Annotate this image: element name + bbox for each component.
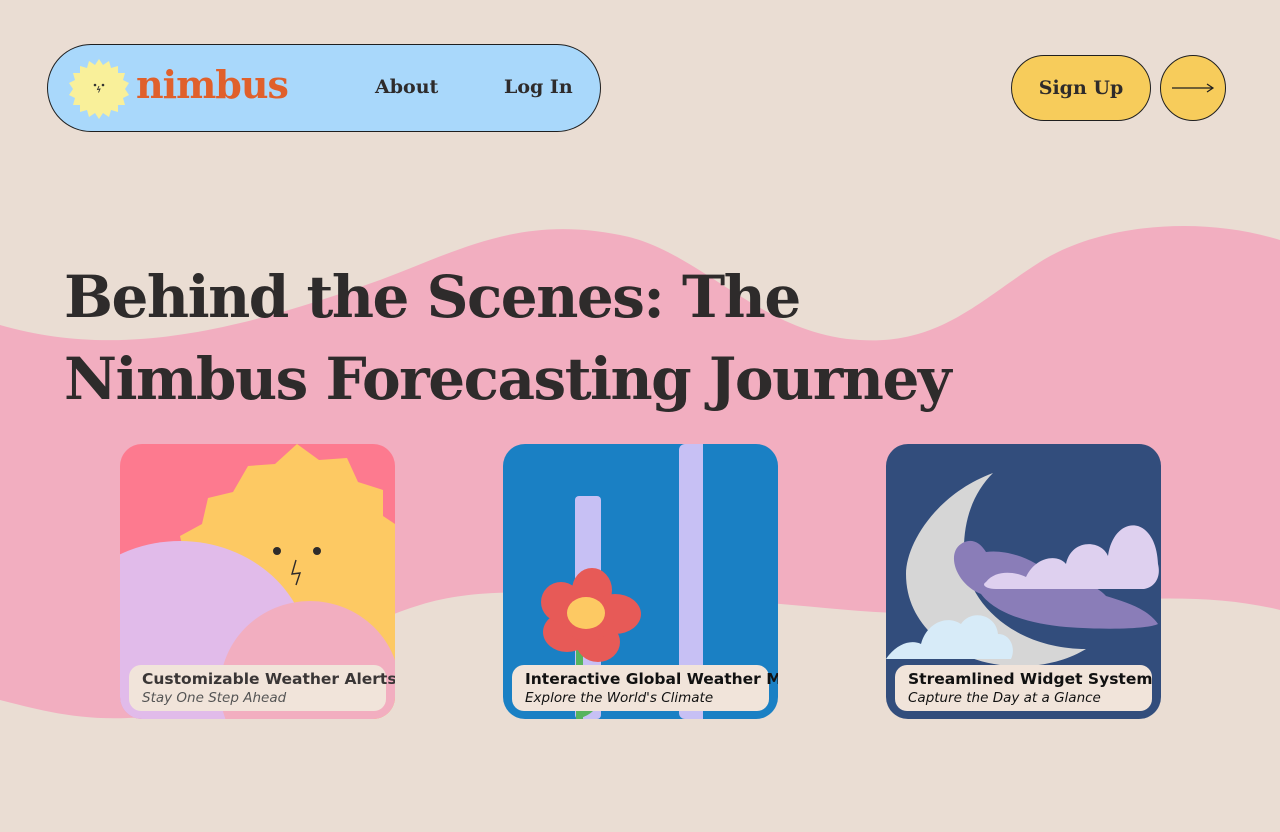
card-title: Interactive Global Weather Map	[525, 670, 778, 688]
feature-card-global-map[interactable]: Interactive Global Weather Map Explore t…	[503, 444, 778, 719]
hero-title: Behind the Scenes: The Nimbus Forecastin…	[64, 263, 952, 413]
card-subtitle: Capture the Day at a Glance	[908, 690, 1101, 706]
nav-login-link[interactable]: Log In	[504, 74, 573, 100]
card-subtitle: Stay One Step Ahead	[142, 690, 287, 706]
card-caption: Interactive Global Weather Map Explore t…	[512, 665, 778, 711]
sign-up-button[interactable]: Sign Up	[1011, 55, 1151, 121]
card-caption: Customizable Weather Alerts Stay One Ste…	[129, 665, 395, 711]
feature-card-widget-system[interactable]: Streamlined Widget System Capture the Da…	[886, 444, 1161, 719]
nav-about-link[interactable]: About	[375, 74, 438, 100]
sun-logo-icon[interactable]	[68, 58, 130, 120]
card-title: Customizable Weather Alerts	[142, 670, 395, 688]
main-nav: nimbus About Log In	[47, 44, 601, 132]
card-subtitle: Explore the World's Climate	[525, 690, 714, 706]
brand-name[interactable]: nimbus	[136, 61, 289, 109]
feature-card-weather-alerts[interactable]: Customizable Weather Alerts Stay One Ste…	[120, 444, 395, 719]
arrow-button[interactable]	[1160, 55, 1226, 121]
card-caption: Streamlined Widget System Capture the Da…	[895, 665, 1153, 711]
card-title: Streamlined Widget System	[908, 670, 1153, 688]
arrow-right-icon	[1172, 83, 1215, 93]
